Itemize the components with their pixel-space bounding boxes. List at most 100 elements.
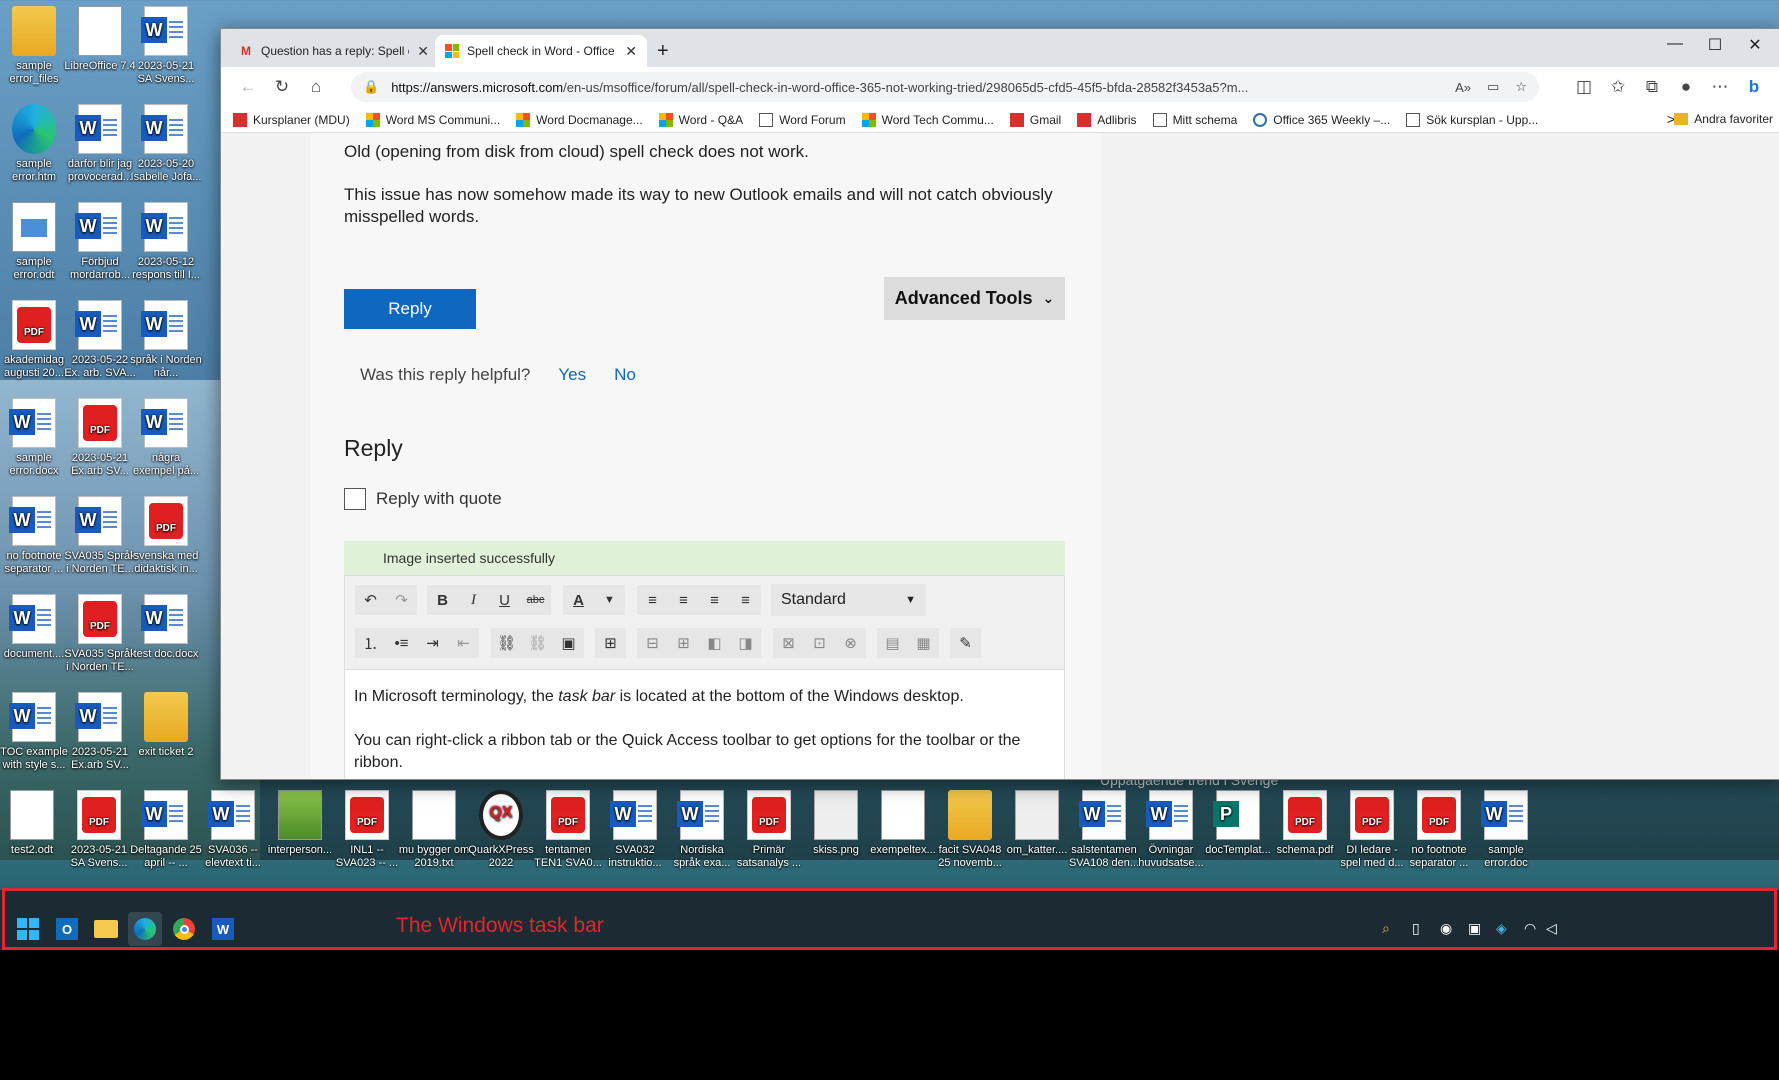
favorite-item[interactable]: Word MS Communi... — [365, 112, 500, 127]
quote-checkbox[interactable] — [344, 488, 366, 510]
desktop-icon[interactable]: 2023-05-21 Ex.arb SV... — [64, 692, 136, 772]
reader-view-icon[interactable]: ▭ — [1487, 79, 1499, 95]
home-icon[interactable]: ⌂ — [299, 72, 333, 102]
favorite-item[interactable]: Word - Q&A — [658, 112, 743, 127]
indent-icon[interactable]: ⇥ — [417, 628, 448, 658]
volume-icon[interactable]: ◁ — [1546, 920, 1557, 937]
editor-body[interactable]: In Microsoft terminology, the task bar i… — [354, 686, 1054, 779]
delete-table-icon[interactable]: ⊗ — [835, 628, 866, 658]
start-button[interactable] — [11, 912, 45, 946]
desktop-icon[interactable]: Deltagande 25 april -- ... — [130, 790, 202, 870]
align-right-icon[interactable]: ≡ — [699, 585, 730, 615]
image-icon[interactable]: ▣ — [553, 628, 584, 658]
desktop-icon[interactable]: 2023-05-21 SA Svens... — [130, 6, 202, 86]
desktop-icon[interactable]: Nordiska språk exa... — [666, 790, 738, 870]
refresh-icon[interactable]: ↻ — [265, 72, 299, 102]
file-explorer-icon[interactable] — [89, 912, 123, 946]
favorite-item[interactable]: Adlibris — [1077, 112, 1137, 127]
word-icon[interactable]: W — [206, 912, 240, 946]
favorite-item[interactable]: Word Forum — [759, 112, 846, 127]
desktop-icon[interactable]: facit SVA048 25 novemb... — [934, 790, 1006, 870]
advanced-tools-button[interactable]: Advanced Tools ⌄ — [884, 277, 1065, 320]
bullet-list-icon[interactable]: •≡ — [386, 628, 417, 658]
desktop-icon[interactable]: akademidag augusti 20... — [0, 300, 70, 380]
tab-spell-check[interactable]: Spell check in Word - Office 365 ✕ — [435, 35, 647, 67]
desktop-icon[interactable]: LibreOffice 7.4 — [64, 6, 136, 73]
desktop-icon[interactable]: svenska med didaktisk in... — [130, 496, 202, 576]
desktop-icon[interactable]: tentamen TEN1 SVA0... — [532, 790, 604, 870]
italic-icon[interactable]: I — [458, 585, 489, 615]
desktop-icon[interactable]: exempeltex... — [867, 790, 939, 857]
desktop-icon[interactable]: interperson... — [264, 790, 336, 857]
favorite-item[interactable]: Kursplaner (MDU) — [233, 112, 350, 127]
reply-with-quote[interactable]: Reply with quote — [344, 488, 502, 510]
desktop-icon[interactable]: QuarkXPress 2022 — [465, 790, 537, 870]
back-icon[interactable]: ← — [231, 72, 265, 102]
bing-icon[interactable]: b — [1737, 72, 1771, 102]
desktop-icon[interactable]: sample error_files — [0, 6, 70, 86]
desktop-icon[interactable]: no footnote separator ... — [1403, 790, 1475, 870]
desktop-icon[interactable]: Primär satsanalys ... — [733, 790, 805, 870]
favorite-item[interactable]: Word Tech Commu... — [861, 112, 994, 127]
desktop-icon[interactable]: sample error.odt — [0, 202, 70, 282]
unlink-icon[interactable]: ⛓ — [522, 628, 553, 658]
tab-gmail-question[interactable]: M Question has a reply: Spell check ✕ — [229, 35, 439, 67]
desktop-icon[interactable]: språk i Norden når... — [130, 300, 202, 380]
desktop-icon[interactable]: mu bygger om 2019.txt — [398, 790, 470, 870]
strikethrough-icon[interactable]: abc — [520, 585, 551, 615]
desktop-icon[interactable]: salstentamen SVA108 den... — [1068, 790, 1140, 870]
table-row-above-icon[interactable]: ⊟ — [637, 628, 668, 658]
desktop-icon[interactable]: SVA032 instruktio... — [599, 790, 671, 870]
paragraph-style-select[interactable]: Standard ▼ — [771, 584, 926, 616]
read-aloud-icon[interactable]: A» — [1455, 80, 1471, 95]
desktop-icon[interactable]: SVA036 -- elevtext ti... — [197, 790, 269, 870]
desktop-icon[interactable]: docTemplat... — [1202, 790, 1274, 857]
desktop-icon[interactable]: 2023-05-21 SA Svens... — [63, 790, 135, 870]
reply-button[interactable]: Reply — [344, 289, 476, 329]
desktop-icon[interactable]: Förbjud mordarrob... — [64, 202, 136, 282]
desktop-icon[interactable]: schema.pdf — [1269, 790, 1341, 857]
collections-icon[interactable]: ⧉ — [1635, 72, 1669, 102]
justify-icon[interactable]: ≡ — [730, 585, 761, 615]
security-icon[interactable]: ◈ — [1496, 920, 1507, 937]
favorite-star-icon[interactable]: ☆ — [1515, 79, 1527, 95]
desktop-icon[interactable]: om_katter.... — [1001, 790, 1073, 857]
tray-app-icon[interactable]: ◉ — [1440, 920, 1452, 937]
favorite-item[interactable]: Gmail — [1009, 112, 1061, 127]
outdent-icon[interactable]: ⇤ — [448, 628, 479, 658]
table-properties-icon[interactable]: ▦ — [908, 628, 939, 658]
desktop-icon[interactable]: 2023-05-20 Isabelle Jöfa... — [130, 104, 202, 184]
close-tab-icon[interactable]: ✕ — [417, 43, 429, 60]
table-row-below-icon[interactable]: ⊞ — [668, 628, 699, 658]
address-bar[interactable]: 🔒 https://answers.microsoft.com/en-us/ms… — [351, 72, 1539, 102]
desktop-icon[interactable]: sample error.doc — [1470, 790, 1542, 870]
table-col-left-icon[interactable]: ◧ — [699, 628, 730, 658]
profile-icon[interactable]: ● — [1669, 72, 1703, 102]
more-options-icon[interactable]: ⋯ — [1703, 72, 1737, 102]
outlook-icon[interactable]: O — [50, 912, 84, 946]
desktop-icon[interactable]: sample error.docx — [0, 398, 70, 478]
bold-icon[interactable]: B — [427, 585, 458, 615]
desktop-icon[interactable]: 2023-05-21 Ex.arb SV... — [64, 398, 136, 478]
favorite-item[interactable]: Office 365 Weekly –... — [1253, 112, 1390, 127]
redo-icon[interactable]: ↷ — [386, 585, 417, 615]
favorite-item[interactable]: Sök kursplan - Upp... — [1406, 112, 1538, 127]
link-icon[interactable]: ⛓ — [491, 628, 522, 658]
close-window-button[interactable]: ✕ — [1735, 35, 1775, 55]
maximize-button[interactable]: ☐ — [1695, 35, 1735, 55]
usb-icon[interactable]: ▯ — [1412, 920, 1420, 937]
new-tab-button[interactable]: + — [649, 35, 683, 67]
desktop-icon[interactable]: därför blir jag provocerad... — [64, 104, 136, 184]
split-screen-icon[interactable]: ◫ — [1567, 72, 1601, 102]
desktop-icon[interactable]: DI ledare - spel med d... — [1336, 790, 1408, 870]
minimize-button[interactable]: — — [1655, 35, 1695, 53]
favorites-icon[interactable]: ✩ — [1601, 72, 1635, 102]
delete-row-icon[interactable]: ⊠ — [773, 628, 804, 658]
desktop-icon[interactable]: test2.odt — [0, 790, 68, 857]
helpful-no-link[interactable]: No — [614, 365, 636, 385]
close-tab-icon[interactable]: ✕ — [625, 43, 637, 60]
align-left-icon[interactable]: ≡ — [637, 585, 668, 615]
table-col-right-icon[interactable]: ◨ — [730, 628, 761, 658]
rich-text-editor[interactable]: ↶ ↷ B I U abc A ▼ ≡ ≡ ≡ ≡ Standard ▼ ⒈ •… — [344, 575, 1065, 779]
helpful-yes-link[interactable]: Yes — [558, 365, 586, 385]
